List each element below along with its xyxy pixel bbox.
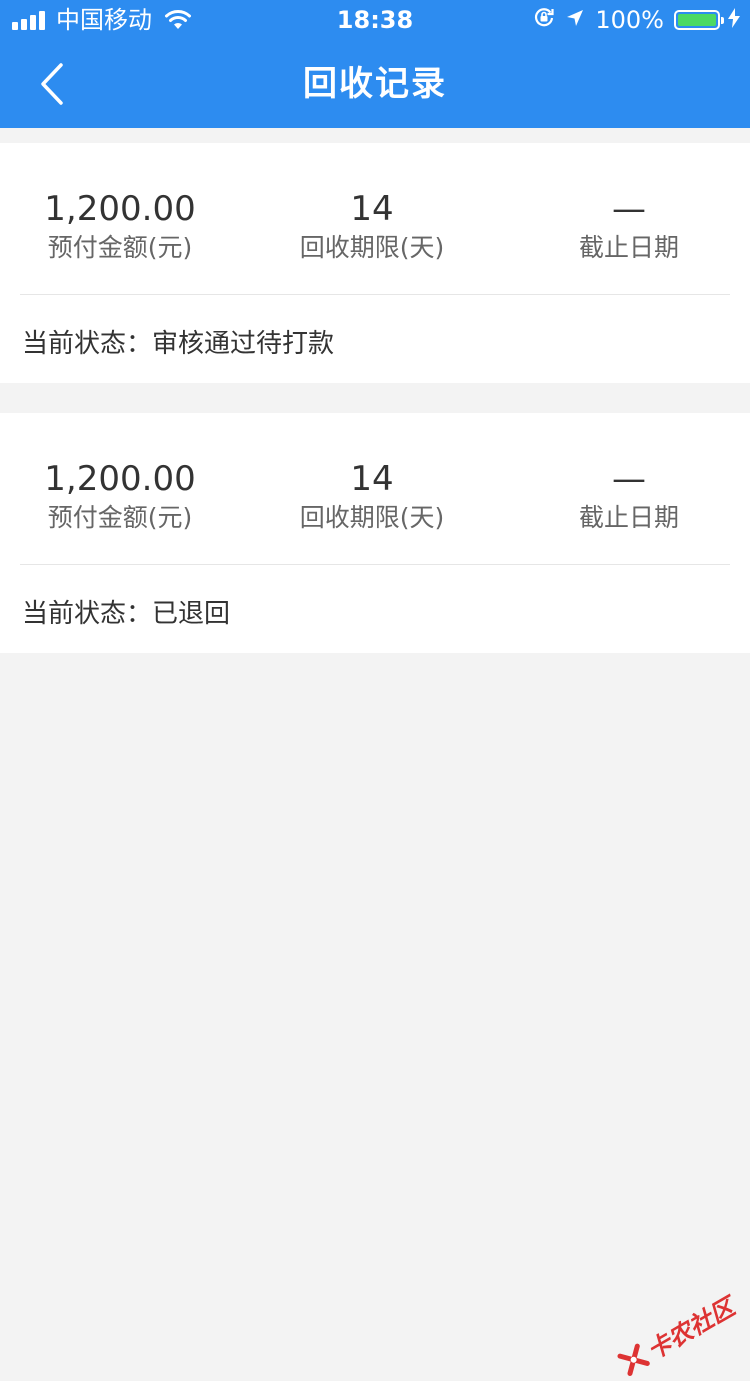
record-card[interactable]: 1,200.00 预付金额(元) 14 回收期限(天) — 截止日期 当前状态：… xyxy=(0,413,750,653)
term-value: 14 xyxy=(350,459,394,499)
status-row: 当前状态：审核通过待打款 xyxy=(22,294,334,382)
page-title: 回收记录 xyxy=(303,64,447,104)
deadline-label: 截止日期 xyxy=(578,233,679,262)
stat-deadline: — 截止日期 xyxy=(504,459,750,535)
orientation-lock-icon xyxy=(533,0,555,40)
term-label: 回收期限(天) xyxy=(299,503,445,532)
battery-icon xyxy=(674,10,724,30)
deadline-value: — xyxy=(612,189,646,229)
record-stats: 1,200.00 预付金额(元) 14 回收期限(天) — 截止日期 xyxy=(20,143,730,295)
record-card[interactable]: 1,200.00 预付金额(元) 14 回收期限(天) — 截止日期 当前状态：… xyxy=(0,143,750,383)
nav-bar: 回收记录 xyxy=(0,40,750,128)
status-value: 审核通过待打款 xyxy=(152,329,335,359)
amount-label: 预付金额(元) xyxy=(47,503,193,532)
term-label: 回收期限(天) xyxy=(299,233,445,262)
stat-amount: 1,200.00 预付金额(元) xyxy=(0,189,240,265)
status-row: 当前状态：已退回 xyxy=(22,564,230,652)
battery-percent: 100% xyxy=(595,6,664,34)
record-stats: 1,200.00 预付金额(元) 14 回收期限(天) — 截止日期 xyxy=(20,413,730,565)
location-arrow-icon xyxy=(565,0,585,40)
stat-term: 14 回收期限(天) xyxy=(247,189,497,265)
amount-value: 1,200.00 xyxy=(44,459,196,499)
status-bar: 中国移动 18:38 100% xyxy=(0,0,750,40)
status-label: 当前状态： xyxy=(22,599,153,629)
deadline-value: — xyxy=(612,459,646,499)
top-bar: 中国移动 18:38 100% 回收记录 xyxy=(0,0,750,128)
amount-label: 预付金额(元) xyxy=(47,233,193,262)
status-bar-right: 100% xyxy=(523,0,740,40)
watermark-text: 卡农社区 xyxy=(642,1292,740,1366)
charging-bolt-icon xyxy=(728,0,740,40)
status-label: 当前状态： xyxy=(22,329,153,359)
stat-amount: 1,200.00 预付金额(元) xyxy=(0,459,240,535)
status-value: 已退回 xyxy=(152,599,231,629)
amount-value: 1,200.00 xyxy=(44,189,196,229)
stat-term: 14 回收期限(天) xyxy=(247,459,497,535)
deadline-label: 截止日期 xyxy=(578,503,679,532)
stat-deadline: — 截止日期 xyxy=(504,189,750,265)
term-value: 14 xyxy=(350,189,394,229)
watermark: 卡农社区 xyxy=(613,1288,740,1381)
